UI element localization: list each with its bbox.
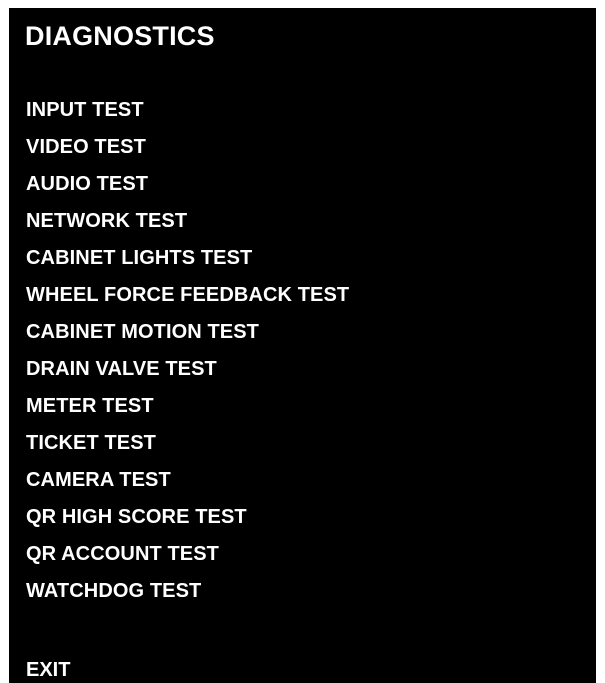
menu-item-ticket-test[interactable]: TICKET TEST (26, 428, 349, 465)
menu-item-network-test[interactable]: NETWORK TEST (26, 206, 349, 243)
diagnostics-screen: DIAGNOSTICS INPUT TEST VIDEO TEST AUDIO … (9, 8, 596, 683)
diagnostics-menu: INPUT TEST VIDEO TEST AUDIO TEST NETWORK… (26, 95, 349, 613)
menu-item-qr-account-test[interactable]: QR ACCOUNT TEST (26, 539, 349, 576)
page-title: DIAGNOSTICS (25, 21, 215, 51)
menu-item-cabinet-motion-test[interactable]: CABINET MOTION TEST (26, 317, 349, 354)
menu-item-watchdog-test[interactable]: WATCHDOG TEST (26, 576, 349, 613)
menu-item-meter-test[interactable]: METER TEST (26, 391, 349, 428)
menu-item-camera-test[interactable]: CAMERA TEST (26, 465, 349, 502)
menu-item-audio-test[interactable]: AUDIO TEST (26, 169, 349, 206)
menu-item-cabinet-lights-test[interactable]: CABINET LIGHTS TEST (26, 243, 349, 280)
exit-menu-item[interactable]: EXIT (26, 658, 70, 682)
menu-item-drain-valve-test[interactable]: DRAIN VALVE TEST (26, 354, 349, 391)
menu-item-video-test[interactable]: VIDEO TEST (26, 132, 349, 169)
menu-item-qr-high-score-test[interactable]: QR HIGH SCORE TEST (26, 502, 349, 539)
menu-item-input-test[interactable]: INPUT TEST (26, 95, 349, 132)
menu-item-wheel-force-feedback-test[interactable]: WHEEL FORCE FEEDBACK TEST (26, 280, 349, 317)
